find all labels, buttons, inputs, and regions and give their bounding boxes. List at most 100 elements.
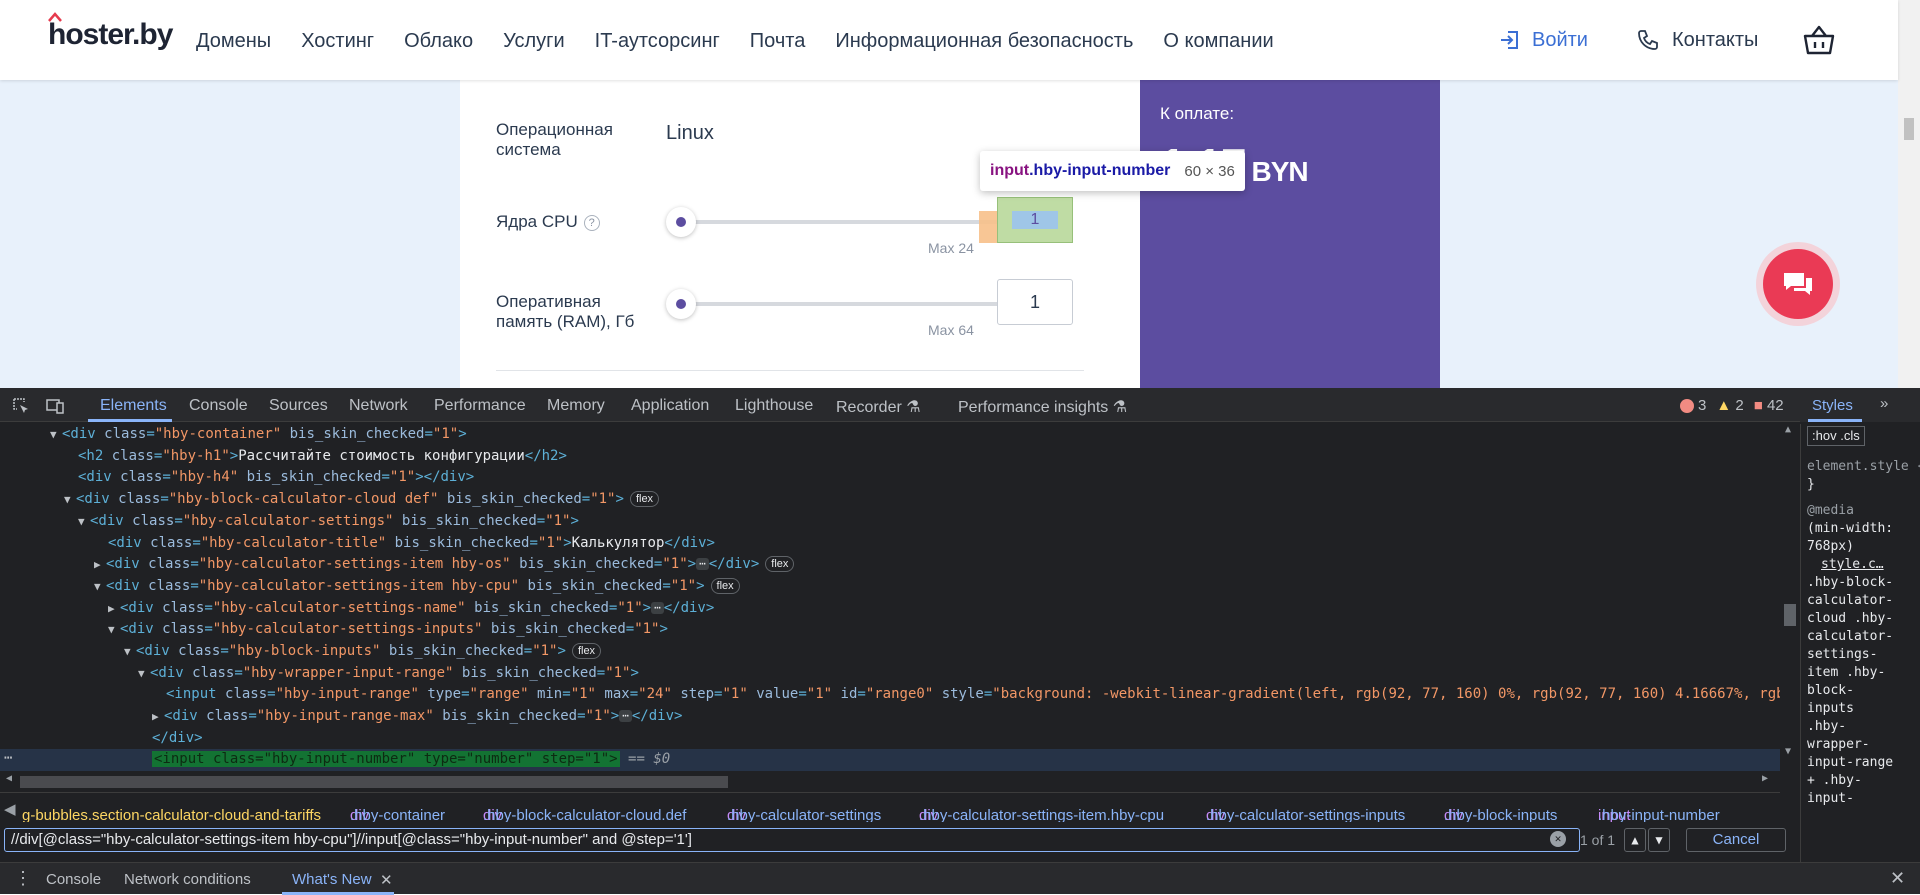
dom-node[interactable]: <h2 class="hby-h1">Рассчитайте стоимость… bbox=[78, 446, 567, 468]
os-value[interactable]: Linux bbox=[666, 122, 714, 145]
ram-slider-thumb[interactable] bbox=[666, 289, 696, 319]
nav-item-security[interactable]: Информационная безопасность bbox=[835, 30, 1133, 53]
login-button[interactable]: Войти bbox=[1498, 28, 1588, 52]
nav-item-hosting[interactable]: Хостинг bbox=[301, 30, 374, 53]
flex-badge[interactable]: flex bbox=[765, 556, 795, 573]
cancel-search-button[interactable]: Cancel bbox=[1686, 828, 1786, 852]
dom-node[interactable]: ▼ <div class="hby-block-inputs" bis_skin_… bbox=[124, 641, 602, 663]
drawer-tab-whats-new[interactable]: What's New bbox=[292, 871, 372, 888]
nav-item-cloud[interactable]: Облако bbox=[404, 30, 473, 53]
dom-node[interactable]: ▼ <div class="hby-calculator-settings" bi… bbox=[78, 511, 579, 533]
dom-node[interactable]: ▶ <div class="hby-calculator-settings-nam… bbox=[108, 598, 714, 620]
crumb-class: .hby-input-number bbox=[1598, 807, 1720, 822]
issue-icon: ■ bbox=[1753, 397, 1763, 414]
close-tab-icon[interactable]: ✕ bbox=[380, 871, 393, 889]
contacts-link[interactable]: Контакты bbox=[1636, 28, 1758, 52]
dom-node[interactable]: ▶ <div class="hby-input-range-max" bis_sk… bbox=[152, 706, 682, 728]
divider bbox=[496, 370, 1084, 371]
tree-vscrollbar[interactable]: ▲ ▼ bbox=[1780, 424, 1800, 784]
tab-memory[interactable]: Memory bbox=[547, 397, 605, 415]
hov-toggle[interactable]: :hov bbox=[1812, 428, 1837, 443]
collapsed-ellipsis[interactable]: ⋯ bbox=[696, 558, 709, 571]
selected-ellipsis-icon[interactable]: ⋯ bbox=[4, 750, 12, 766]
nav-item-domains[interactable]: Домены bbox=[196, 30, 271, 53]
flask-icon: ⚗ bbox=[906, 399, 921, 416]
tree-hscrollbar[interactable]: ◀ ▶ bbox=[0, 772, 1780, 790]
help-icon[interactable]: ? bbox=[583, 214, 600, 231]
flex-badge[interactable]: flex bbox=[710, 577, 740, 594]
drawer-menu-icon[interactable]: ⋮ bbox=[14, 868, 32, 889]
basket-icon[interactable] bbox=[1802, 24, 1836, 56]
dom-node[interactable]: ▼ <div class="hby-block-calculator-cloud … bbox=[64, 489, 660, 511]
collapsed-ellipsis[interactable]: ⋯ bbox=[651, 601, 664, 614]
style-line: cloud .hby- bbox=[1807, 611, 1894, 626]
logo[interactable]: hoster.by bbox=[48, 12, 173, 52]
page-scrollbar-thumb[interactable] bbox=[1904, 118, 1914, 140]
nav-item-about[interactable]: О компании bbox=[1163, 30, 1273, 53]
dom-node[interactable]: ▼ <div class="hby-container" bis_skin_che… bbox=[50, 424, 467, 446]
search-input[interactable]: //div[@class="hby-calculator-settings-it… bbox=[4, 828, 1580, 852]
cls-toggle[interactable]: .cls bbox=[1840, 428, 1860, 443]
inspect-element-icon[interactable] bbox=[12, 397, 30, 415]
crumb-class: .hby-block-calculator-cloud.def bbox=[483, 807, 687, 822]
tab-sources[interactable]: Sources bbox=[269, 397, 328, 415]
breadcrumb-scroll-left-icon[interactable]: ◀ bbox=[4, 800, 16, 818]
selected-node[interactable]: <input class="hby-input-number" type="nu… bbox=[152, 751, 670, 767]
device-toolbar-icon[interactable] bbox=[46, 397, 64, 415]
ram-max: Max 64 bbox=[928, 322, 974, 338]
style-line: input-range bbox=[1807, 755, 1894, 770]
tab-elements[interactable]: Elements bbox=[100, 397, 167, 415]
chat-button[interactable] bbox=[1756, 242, 1840, 326]
cpu-max: Max 24 bbox=[928, 240, 974, 256]
more-tabs-icon[interactable]: » bbox=[1880, 395, 1888, 412]
style-line: inputs bbox=[1807, 701, 1854, 716]
styles-filter[interactable]: :hov .cls bbox=[1807, 426, 1865, 446]
dom-node[interactable]: <input class="hby-input-range" type="ran… bbox=[166, 684, 1780, 706]
ram-slider-track[interactable] bbox=[680, 302, 1038, 306]
tab-performance[interactable]: Performance bbox=[434, 397, 526, 415]
selected-node-row[interactable]: ⋯ <input class="hby-input-number" type="… bbox=[0, 749, 1780, 771]
issue-counters[interactable]: 3 ▲ 2 ■ 42 bbox=[1680, 397, 1784, 414]
tree-hscrollbar-thumb[interactable] bbox=[20, 776, 728, 788]
tab-styles[interactable]: Styles bbox=[1812, 397, 1853, 414]
tab-performance-insights[interactable]: Performance insights ⚗ bbox=[958, 397, 1127, 417]
search-next-icon[interactable]: ▼ bbox=[1648, 828, 1670, 852]
issue-count-value: 42 bbox=[1766, 397, 1784, 414]
scroll-up-icon[interactable]: ▲ bbox=[1785, 424, 1791, 435]
scroll-right-icon[interactable]: ▶ bbox=[1762, 773, 1768, 784]
dom-tree: ▼ <div class="hby-container" bis_skin_che… bbox=[0, 424, 1780, 750]
drawer-tab-console[interactable]: Console bbox=[46, 871, 101, 888]
error-count-value: 3 bbox=[1698, 397, 1707, 414]
close-drawer-icon[interactable]: ✕ bbox=[1890, 868, 1905, 889]
dom-node[interactable]: ▼ <div class="hby-calculator-settings-ite… bbox=[94, 576, 740, 598]
flex-badge[interactable]: flex bbox=[571, 643, 602, 659]
page-scrollbar[interactable] bbox=[1898, 0, 1920, 388]
nav-item-mail[interactable]: Почта bbox=[750, 30, 806, 53]
clear-search-icon[interactable]: ✕ bbox=[1550, 831, 1566, 847]
collapsed-ellipsis[interactable]: ⋯ bbox=[619, 710, 632, 723]
dom-node[interactable]: ▼ <div class="hby-wrapper-input-range" bi… bbox=[138, 663, 639, 685]
dom-node[interactable]: ▼ <div class="hby-calculator-settings-inp… bbox=[108, 619, 668, 641]
dom-node[interactable]: <div class="hby-h4" bis_skin_checked="1"… bbox=[78, 467, 474, 489]
nav-item-services[interactable]: Услуги bbox=[503, 30, 565, 53]
dom-node[interactable]: </div> bbox=[152, 728, 203, 750]
search-prev-icon[interactable]: ▲ bbox=[1624, 828, 1646, 852]
tab-lighthouse[interactable]: Lighthouse bbox=[735, 397, 813, 415]
crumb-class: .hby-calculator-settings bbox=[727, 807, 882, 822]
cpu-slider-thumb[interactable] bbox=[666, 207, 696, 237]
tab-console[interactable]: Console bbox=[189, 397, 248, 415]
nav-item-it-outsourcing[interactable]: IT-аутсорсинг bbox=[595, 30, 720, 53]
ram-number-input[interactable]: 1 bbox=[997, 279, 1073, 325]
tab-network[interactable]: Network bbox=[349, 397, 408, 415]
style-source-link[interactable]: style.c… bbox=[1821, 556, 1884, 574]
dom-node[interactable]: ▶ <div class="hby-calculator-settings-ite… bbox=[94, 554, 795, 576]
scroll-down-icon[interactable]: ▼ bbox=[1785, 746, 1791, 757]
tree-vscrollbar-thumb[interactable] bbox=[1784, 604, 1796, 626]
scroll-left-icon[interactable]: ◀ bbox=[6, 773, 12, 784]
flex-badge[interactable]: flex bbox=[629, 491, 660, 508]
tab-application[interactable]: Application bbox=[631, 397, 709, 415]
crumb-class: .hby-calculator-settings-inputs bbox=[1206, 807, 1406, 822]
dom-node[interactable]: <div class="hby-calculator-title" bis_sk… bbox=[108, 533, 715, 555]
drawer-tab-network-conditions[interactable]: Network conditions bbox=[124, 871, 251, 888]
tab-recorder[interactable]: Recorder ⚗ bbox=[836, 397, 921, 417]
